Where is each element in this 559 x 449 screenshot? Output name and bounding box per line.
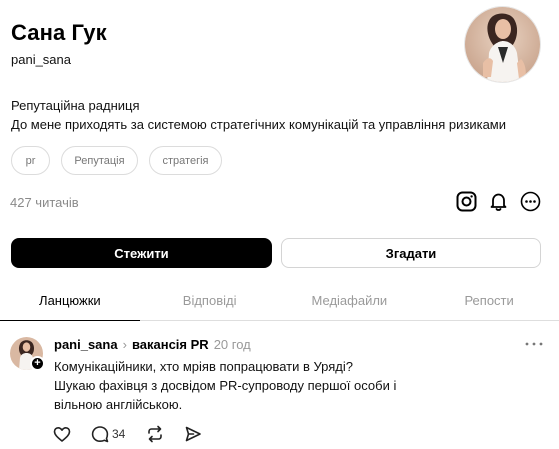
tab-threads[interactable]: Ланцюжки [0, 285, 140, 321]
repost-icon [148, 425, 162, 443]
more-icon[interactable] [519, 190, 542, 213]
profile-photo [465, 7, 540, 82]
profile-actions [455, 190, 542, 213]
bio-line-2: До мене приходять за системою стратегічн… [11, 117, 507, 132]
comment-icon [91, 426, 109, 443]
follow-plus-icon[interactable]: + [30, 356, 45, 371]
tag-reputation[interactable]: Репутація [61, 146, 138, 175]
reply-button[interactable]: 34 [91, 425, 146, 443]
post-text: Комунікаційники, хто мріяв попрацювати в… [54, 357, 434, 414]
reply-count: 34 [112, 427, 126, 441]
profile-name: Сана Гук [11, 20, 107, 45]
mention-button[interactable]: Згадати [281, 238, 541, 268]
tab-replies[interactable]: Відповіді [140, 285, 280, 320]
share-button[interactable] [184, 425, 208, 443]
post-author[interactable]: pani_sana [54, 337, 118, 352]
post-time: 20 год [213, 337, 251, 352]
follow-button[interactable]: Стежити [11, 238, 272, 268]
post-line-1: Комунікаційники, хто мріяв попрацювати в… [54, 359, 353, 374]
chevron-right-icon: › [122, 337, 127, 352]
send-icon [185, 426, 201, 442]
bio-line-1: Репутаційна радниця [11, 98, 140, 113]
post-line-2: Шукаю фахівця з досвідом PR-супроводу пе… [54, 378, 397, 393]
bell-icon[interactable] [487, 190, 510, 213]
post-actions: 34 [53, 425, 208, 443]
post-line-3: вільною англійською. [54, 397, 183, 412]
profile-tags: pr Репутація стратегія [11, 146, 222, 175]
tag-strategy[interactable]: стратегія [149, 146, 222, 175]
like-button[interactable] [53, 425, 91, 443]
tag-pr[interactable]: pr [11, 146, 50, 175]
repost-button[interactable] [146, 425, 184, 443]
followers-count[interactable]: 427 читачів [10, 195, 79, 210]
post-topic[interactable]: вакансія PR [132, 337, 209, 352]
tab-media[interactable]: Медіафайли [280, 285, 420, 320]
post-header: pani_sana › вакансія PR 20 год [54, 337, 251, 352]
profile-avatar[interactable] [464, 6, 541, 83]
profile-handle[interactable]: pani_sana [11, 52, 71, 67]
instagram-icon[interactable] [455, 190, 478, 213]
heart-icon [53, 426, 71, 442]
tab-reposts[interactable]: Репости [419, 285, 559, 320]
post-more-icon[interactable] [524, 337, 544, 349]
profile-tabs: Ланцюжки Відповіді Медіафайли Репости [0, 285, 559, 321]
